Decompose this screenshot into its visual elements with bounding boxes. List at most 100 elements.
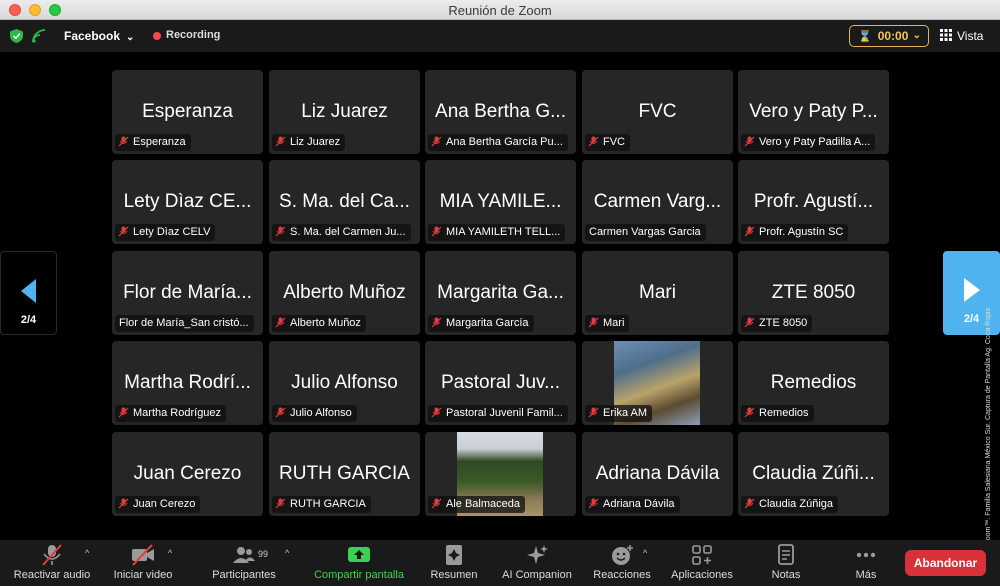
participant-tile[interactable]: Liz Juarez Liz Juarez <box>269 70 420 154</box>
participant-tile[interactable]: Carmen Varg... Carmen Vargas Garcia <box>582 160 733 244</box>
participant-tile[interactable]: Lety Dìaz CE... Lety Dìaz CELV <box>112 160 263 244</box>
participant-name-large: Claudia Zúñi... <box>752 463 875 484</box>
notes-button[interactable]: Notas <box>764 540 808 586</box>
start-video-button[interactable]: Iniciar video <box>114 540 172 586</box>
participant-tile[interactable]: Adriana Dávila Adriana Dávila <box>582 432 733 516</box>
participants-button[interactable]: 99 Participantes <box>212 540 276 586</box>
unmute-button[interactable]: Reactivar audio <box>12 540 92 586</box>
participant-name-large: Remedios <box>770 372 857 393</box>
participant-name-large: Liz Juarez <box>301 101 388 122</box>
participant-tile[interactable]: Esperanza Esperanza <box>112 70 263 154</box>
participant-tile[interactable]: S. Ma. del Ca... S. Ma. del Carmen Ju... <box>269 160 420 244</box>
chevron-down-icon: ⌄ <box>126 32 135 43</box>
participant-tile[interactable]: Vero y Paty P... Vero y Paty Padilla A..… <box>738 70 889 154</box>
participant-tile[interactable]: Pastoral Juv... Pastoral Juvenil Famil..… <box>425 341 576 425</box>
shield-icon[interactable] <box>10 29 23 43</box>
participant-tile[interactable]: Profr. Agustí... Profr. Agustín SC <box>738 160 889 244</box>
participant-tile[interactable]: Julio Alfonso Julio Alfonso <box>269 341 420 425</box>
participant-label-text: Alberto Muñoz <box>290 317 361 329</box>
participant-name-large: Carmen Varg... <box>593 191 722 212</box>
summary-label: Resumen <box>430 569 478 581</box>
share-screen-button[interactable]: Compartir pantalla <box>314 540 404 586</box>
participant-tile[interactable]: Claudia Zúñi... Claudia Zúñiga <box>738 432 889 516</box>
participant-label-text: Margarita García <box>446 317 529 329</box>
page-indicator: 2/4 <box>20 314 37 326</box>
participant-tile[interactable]: Martha Rodrí... Martha Rodríguez <box>112 341 263 425</box>
participant-label: Remedios <box>741 405 814 422</box>
previous-page-button[interactable]: 2/4 <box>0 251 57 335</box>
recording-dot-icon <box>153 32 161 40</box>
participants-icon <box>233 547 255 563</box>
ai-companion-button[interactable]: AI Companion <box>502 540 572 586</box>
meeting-topbar: Facebook ⌄ Recording ⌛ 00:00 ⌄ Vista <box>0 20 1000 52</box>
summary-icon <box>446 545 462 565</box>
reactions-button[interactable]: Reacciones <box>593 540 651 586</box>
participant-label: FVC <box>585 134 630 151</box>
share-screen-label: Compartir pantalla <box>314 569 404 581</box>
apps-button[interactable]: Aplicaciones <box>671 540 733 586</box>
muted-mic-icon <box>118 136 129 147</box>
more-label: Más <box>855 569 877 581</box>
view-button[interactable]: Vista <box>940 26 983 46</box>
apps-label: Aplicaciones <box>671 569 733 581</box>
participant-name-large: Lety Dìaz CE... <box>123 191 252 212</box>
muted-mic-icon <box>744 136 755 147</box>
window-title: Reunión de Zoom <box>448 3 552 18</box>
participant-label-text: Juan Cerezo <box>133 498 196 510</box>
participant-tile[interactable]: Remedios Remedios <box>738 341 889 425</box>
participant-tile[interactable]: Mari Mari <box>582 251 733 335</box>
participant-name-large: Profr. Agustí... <box>753 191 874 212</box>
video-options-caret[interactable]: ^ <box>168 540 180 586</box>
smiley-icon <box>612 545 633 565</box>
credit-watermark: Cortesía © Zoom™. Familia Salesiana Méxi… <box>985 307 992 580</box>
participants-count: 99 <box>258 549 269 559</box>
meeting-timer[interactable]: ⌛ 00:00 ⌄ <box>849 25 929 47</box>
participant-label: Ana Bertha García Pu... <box>428 134 568 151</box>
participant-tile[interactable]: Alberto Muñoz Alberto Muñoz <box>269 251 420 335</box>
participant-label: Vero y Paty Padilla A... <box>741 134 876 151</box>
muted-mic-icon <box>42 544 62 566</box>
muted-mic-icon <box>744 407 755 418</box>
meeting-name-dropdown[interactable]: Facebook ⌄ <box>56 26 142 47</box>
participant-label-text: Ale Balmaceda <box>446 498 520 510</box>
muted-mic-icon <box>431 136 442 147</box>
more-button[interactable]: Más <box>844 540 888 586</box>
participant-label-text: Remedios <box>759 407 809 419</box>
participant-tile[interactable]: ZTE 8050 ZTE 8050 <box>738 251 889 335</box>
participants-options-caret[interactable]: ^ <box>285 540 297 586</box>
participant-label-text: Martha Rodríguez <box>133 407 222 419</box>
leave-meeting-button[interactable]: Abandonar <box>905 550 986 576</box>
connection-signal-icon[interactable] <box>32 29 46 43</box>
participant-label: Lety Dìaz CELV <box>115 224 216 241</box>
participant-label: Erika AM <box>585 405 653 422</box>
participant-tile[interactable]: Flor de María... Flor de María_San crist… <box>112 251 263 335</box>
participant-tile[interactable]: Margarita Ga... Margarita García <box>425 251 576 335</box>
muted-mic-icon <box>275 407 286 418</box>
participant-tile[interactable]: RUTH GARCIA RUTH GARCIA <box>269 432 420 516</box>
participant-tile[interactable]: FVC FVC <box>582 70 733 154</box>
timer-value: 00:00 <box>877 29 909 43</box>
participant-label-text: Vero y Paty Padilla A... <box>759 136 871 148</box>
participant-name-large: Juan Cerezo <box>133 463 242 484</box>
participant-tile[interactable]: Juan Cerezo Juan Cerezo <box>112 432 263 516</box>
participant-label-text: Erika AM <box>603 407 648 419</box>
muted-mic-icon <box>118 226 129 237</box>
chevron-up-icon: ^ <box>168 548 173 558</box>
muted-mic-icon <box>431 498 442 509</box>
participant-label: Juan Cerezo <box>115 496 201 513</box>
muted-mic-icon <box>275 226 286 237</box>
participant-tile[interactable]: Ale Balmaceda <box>425 432 576 516</box>
view-label: Vista <box>957 29 984 43</box>
meeting-name-label: Facebook <box>64 29 121 43</box>
participant-label: Carmen Vargas Garcia <box>585 224 706 241</box>
participant-label: RUTH GARCIA <box>272 496 371 513</box>
participant-tile[interactable]: MIA YAMILE... MIA YAMILETH TELL... <box>425 160 576 244</box>
chevron-up-icon: ^ <box>285 548 290 558</box>
participant-tile[interactable]: Ana Bertha G... Ana Bertha García Pu... <box>425 70 576 154</box>
summary-button[interactable]: Resumen <box>430 540 478 586</box>
muted-mic-icon <box>431 407 442 418</box>
reactions-options-caret[interactable]: ^ <box>643 540 655 586</box>
participant-tile[interactable]: Erika AM <box>582 341 733 425</box>
hourglass-icon: ⌛ <box>858 31 872 43</box>
muted-mic-icon <box>275 136 286 147</box>
